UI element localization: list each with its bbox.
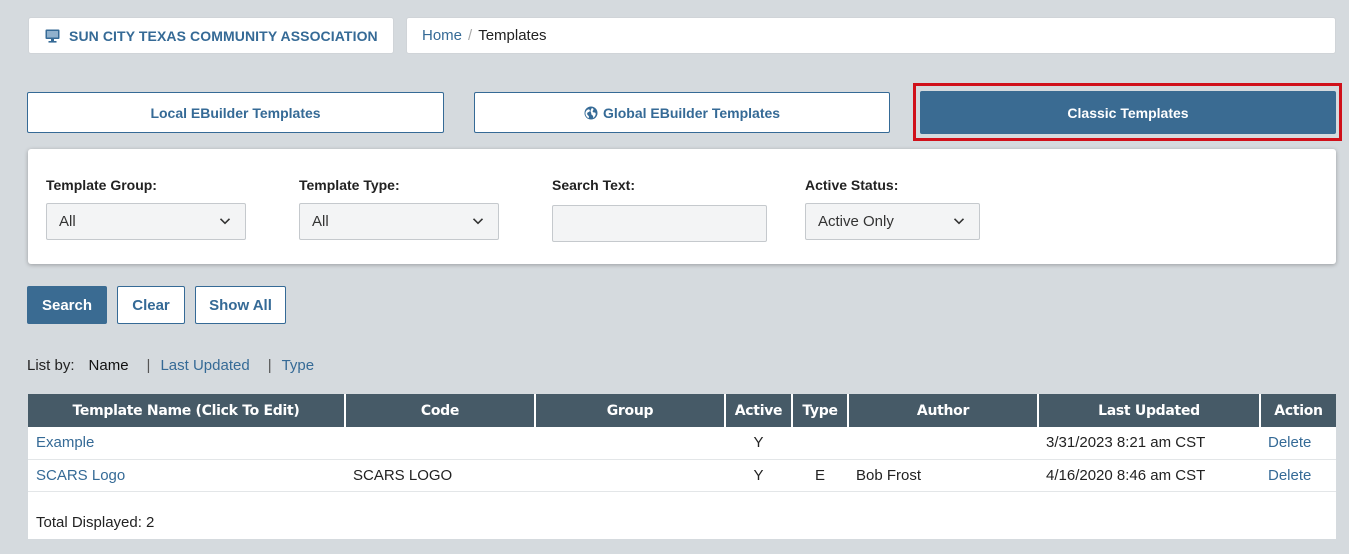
tab-global-ebuilder-templates[interactable]: Global EBuilder Templates: [474, 92, 890, 133]
template-code: SCARS LOGO: [345, 459, 535, 492]
template-active: Y: [725, 459, 792, 492]
search-text-label: Search Text:: [552, 177, 635, 193]
list-by-last-updated-link[interactable]: Last Updated: [160, 357, 249, 374]
template-last-updated: 3/31/2023 8:21 am CST: [1038, 427, 1260, 460]
breadcrumb-home-link[interactable]: Home: [422, 27, 462, 44]
active-status-label: Active Status:: [805, 177, 899, 193]
template-name-link[interactable]: Example: [36, 434, 94, 451]
table-row: Example Y 3/31/2023 8:21 am CST Delete: [28, 427, 1336, 460]
list-by-type-link[interactable]: Type: [282, 357, 315, 374]
template-author: Bob Frost: [848, 459, 1038, 492]
template-type-value: All: [312, 213, 329, 230]
tab-local-ebuilder-templates[interactable]: Local EBuilder Templates: [27, 92, 444, 133]
template-group: [535, 427, 725, 460]
template-group-select[interactable]: All: [46, 203, 246, 240]
clear-button[interactable]: Clear: [117, 286, 185, 324]
column-header-action: Action: [1260, 394, 1336, 427]
active-status-select[interactable]: Active Only: [805, 203, 980, 240]
template-type: E: [792, 459, 848, 492]
template-type-select[interactable]: All: [299, 203, 499, 240]
tab-global-label: Global EBuilder Templates: [602, 104, 781, 121]
template-last-updated: 4/16/2020 8:46 am CST: [1038, 459, 1260, 492]
list-by-current: Name: [88, 357, 129, 374]
template-type: [792, 427, 848, 460]
chevron-down-icon: [472, 215, 484, 227]
breadcrumb-current: Templates: [478, 27, 547, 44]
column-header-active: Active: [725, 394, 793, 427]
template-group-label: Template Group:: [46, 177, 157, 193]
templates-table-container: Template Name (Click To Edit) Code Group…: [28, 394, 1336, 539]
search-button[interactable]: Search: [27, 286, 107, 324]
template-name-link[interactable]: SCARS Logo: [36, 467, 125, 484]
active-status-value: Active Only: [818, 213, 894, 230]
monitor-icon: [45, 29, 60, 43]
list-by-label: List by:: [27, 357, 75, 374]
table-row: SCARS Logo SCARS LOGO Y E Bob Frost 4/16…: [28, 459, 1336, 492]
templates-table: Template Name (Click To Edit) Code Group…: [28, 394, 1336, 492]
list-by-separator: |: [146, 357, 151, 374]
globe-icon: [584, 106, 598, 120]
column-header-group: Group: [535, 394, 726, 427]
total-displayed: Total Displayed: 2: [36, 514, 155, 531]
list-by-separator: |: [267, 357, 272, 374]
org-name-box[interactable]: SUN CITY TEXAS COMMUNITY ASSOCIATION: [28, 17, 394, 54]
template-type-label: Template Type:: [299, 177, 400, 193]
list-by-bar: List by: Name | Last Updated | Type: [27, 357, 314, 374]
chevron-down-icon: [219, 215, 231, 227]
delete-link[interactable]: Delete: [1268, 434, 1311, 451]
column-header-template-name[interactable]: Template Name (Click To Edit): [28, 394, 346, 427]
column-header-type: Type: [792, 394, 849, 427]
search-text-input[interactable]: [552, 205, 767, 242]
template-group: [535, 459, 725, 492]
column-header-code: Code: [345, 394, 536, 427]
table-header-row: Template Name (Click To Edit) Code Group…: [28, 394, 1336, 427]
filter-panel: Template Group: All Template Type: All S…: [28, 149, 1336, 264]
chevron-down-icon: [953, 215, 965, 227]
template-active: Y: [725, 427, 792, 460]
column-header-author: Author: [848, 394, 1039, 427]
breadcrumb-separator: /: [468, 27, 473, 44]
breadcrumb: Home / Templates: [406, 17, 1336, 54]
delete-link[interactable]: Delete: [1268, 467, 1311, 484]
template-author: [848, 427, 1038, 460]
org-name: SUN CITY TEXAS COMMUNITY ASSOCIATION: [69, 27, 378, 44]
column-header-last-updated: Last Updated: [1038, 394, 1261, 427]
template-code: [345, 427, 535, 460]
tab-classic-templates[interactable]: Classic Templates: [920, 91, 1336, 134]
show-all-button[interactable]: Show All: [195, 286, 286, 324]
template-group-value: All: [59, 213, 76, 230]
